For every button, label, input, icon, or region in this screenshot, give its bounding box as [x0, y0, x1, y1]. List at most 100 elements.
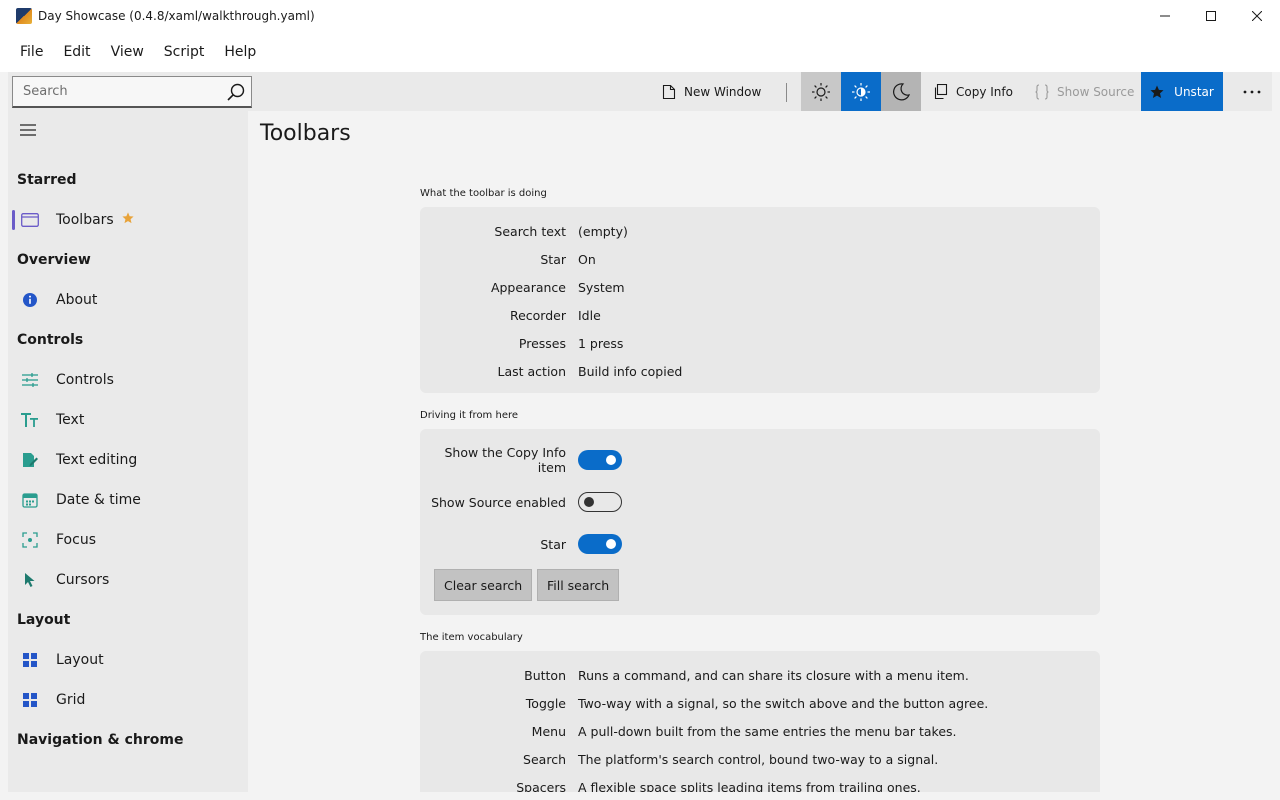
close-button[interactable] [1234, 0, 1280, 32]
unstar-label: Unstar [1174, 84, 1214, 99]
sidebar: Starred Toolbars Overview About Controls… [8, 111, 248, 792]
show-source-button[interactable]: Show Source [1023, 72, 1146, 111]
status-key: Presses [518, 335, 566, 351]
cursor-icon [20, 570, 40, 590]
sidebar-item-toolbars[interactable]: Toolbars [12, 202, 244, 238]
unstar-button[interactable]: Unstar [1141, 72, 1223, 111]
status-value: 1 press [578, 335, 624, 351]
toggle-row-show-source: Show Source enabled [420, 487, 1100, 517]
hamburger-icon [20, 124, 36, 136]
sidebar-item-date-time[interactable]: Date & time [12, 482, 244, 518]
focus-icon [20, 530, 40, 550]
status-row: Star On [420, 245, 1100, 273]
window-title: Day Showcase (0.4.8/xaml/walkthrough.yam… [38, 9, 315, 23]
menu-bar: File Edit View Script Help [0, 32, 1280, 72]
vocab-row: Button Runs a command, and can share its… [420, 661, 1100, 689]
toggle-row-copy-info: Show the Copy Info item [420, 445, 1100, 475]
new-window-label: New Window [684, 84, 762, 99]
sidebar-item-about[interactable]: About [12, 282, 244, 318]
hamburger-button[interactable] [18, 123, 38, 137]
grid-icon [20, 690, 40, 710]
new-window-button[interactable]: New Window [650, 72, 773, 111]
toggle-label: Show Source enabled [431, 494, 566, 510]
appearance-dark-button[interactable] [881, 72, 921, 111]
calendar-icon [20, 490, 40, 510]
menu-file[interactable]: File [10, 32, 53, 72]
section-label-vocabulary: The item vocabulary [420, 632, 523, 643]
maximize-icon [1206, 11, 1216, 21]
search-input[interactable] [13, 77, 221, 106]
toolbar-separator [786, 83, 787, 102]
driving-card: Show the Copy Info item Show Source enab… [420, 429, 1100, 615]
star-toggle[interactable] [578, 534, 622, 554]
toggle-knob [606, 539, 616, 549]
status-value: Build info copied [578, 363, 683, 379]
sidebar-item-layout[interactable]: Layout [12, 642, 244, 678]
vocab-row: Search The platform's search control, bo… [420, 745, 1100, 773]
sidebar-item-text-editing[interactable]: Text editing [12, 442, 244, 478]
vocab-key: Toggle [525, 695, 566, 711]
sidebar-item-cursors[interactable]: Cursors [12, 562, 244, 598]
sidebar-item-focus[interactable]: Focus [12, 522, 244, 558]
vocab-value: A flexible space splits leading items fr… [578, 779, 921, 793]
vocab-value: Two-way with a signal, so the switch abo… [578, 695, 989, 711]
nav-group-overview: Overview [17, 252, 91, 268]
vocabulary-card: Button Runs a command, and can share its… [420, 651, 1100, 792]
clear-search-button[interactable]: Clear search [434, 569, 533, 601]
minimize-button[interactable] [1142, 0, 1188, 32]
star-icon [1150, 85, 1164, 98]
sidebar-item-label: Date & time [56, 492, 141, 508]
status-value: On [578, 251, 596, 267]
close-icon [1252, 11, 1262, 21]
vocab-key: Button [524, 667, 566, 683]
more-options-button[interactable] [1232, 72, 1272, 111]
section-label-status: What the toolbar is doing [420, 188, 547, 199]
window-icon [20, 210, 40, 230]
document-icon [662, 84, 676, 99]
status-key: Star [540, 251, 566, 267]
status-row: Recorder Idle [420, 301, 1100, 329]
braces-icon [1035, 83, 1049, 100]
copy-info-button[interactable]: Copy Info [921, 72, 1025, 111]
appearance-light-button[interactable] [801, 72, 841, 111]
menu-help[interactable]: Help [214, 32, 266, 72]
window-controls [1142, 0, 1280, 32]
page-title: Toolbars [260, 121, 351, 146]
info-icon [20, 290, 40, 310]
nav-group-controls: Controls [17, 332, 84, 348]
copy-icon [934, 84, 948, 99]
menu-script[interactable]: Script [154, 32, 215, 72]
sidebar-item-label: Grid [56, 692, 86, 708]
more-icon [1243, 90, 1261, 93]
sidebar-item-label: Text [56, 412, 85, 428]
status-card: Search text (empty) Star On Appearance S… [420, 207, 1100, 393]
status-value: (empty) [578, 223, 628, 239]
maximize-button[interactable] [1188, 0, 1234, 32]
sidebar-item-label: Controls [56, 372, 114, 388]
status-row: Presses 1 press [420, 329, 1100, 357]
search-icon [227, 83, 245, 101]
sidebar-item-label: Focus [56, 532, 96, 548]
status-key: Appearance [490, 279, 566, 295]
text-icon [20, 410, 40, 430]
sidebar-item-controls[interactable]: Controls [12, 362, 244, 398]
minimize-icon [1160, 15, 1170, 17]
menu-edit[interactable]: Edit [53, 32, 100, 72]
title-bar: Day Showcase (0.4.8/xaml/walkthrough.yam… [0, 0, 1280, 32]
sidebar-item-grid[interactable]: Grid [12, 682, 244, 718]
menu-view[interactable]: View [101, 32, 154, 72]
status-row: Appearance System [420, 273, 1100, 301]
sidebar-item-label: Text editing [56, 452, 138, 468]
copy-info-toggle[interactable] [578, 450, 622, 470]
toggle-label: Star [540, 536, 566, 552]
vocab-key: Spacers [516, 779, 566, 793]
sidebar-item-text[interactable]: Text [12, 402, 244, 438]
fill-search-button[interactable]: Fill search [537, 569, 620, 601]
sun-icon [812, 82, 830, 101]
search-button[interactable] [221, 78, 251, 106]
show-source-toggle[interactable] [578, 492, 622, 512]
appearance-system-button[interactable] [841, 72, 881, 111]
toggle-label: Show the Copy Info item [444, 445, 566, 475]
toggle-row-star: Star [420, 529, 1100, 559]
vocab-key: Search [523, 751, 566, 767]
